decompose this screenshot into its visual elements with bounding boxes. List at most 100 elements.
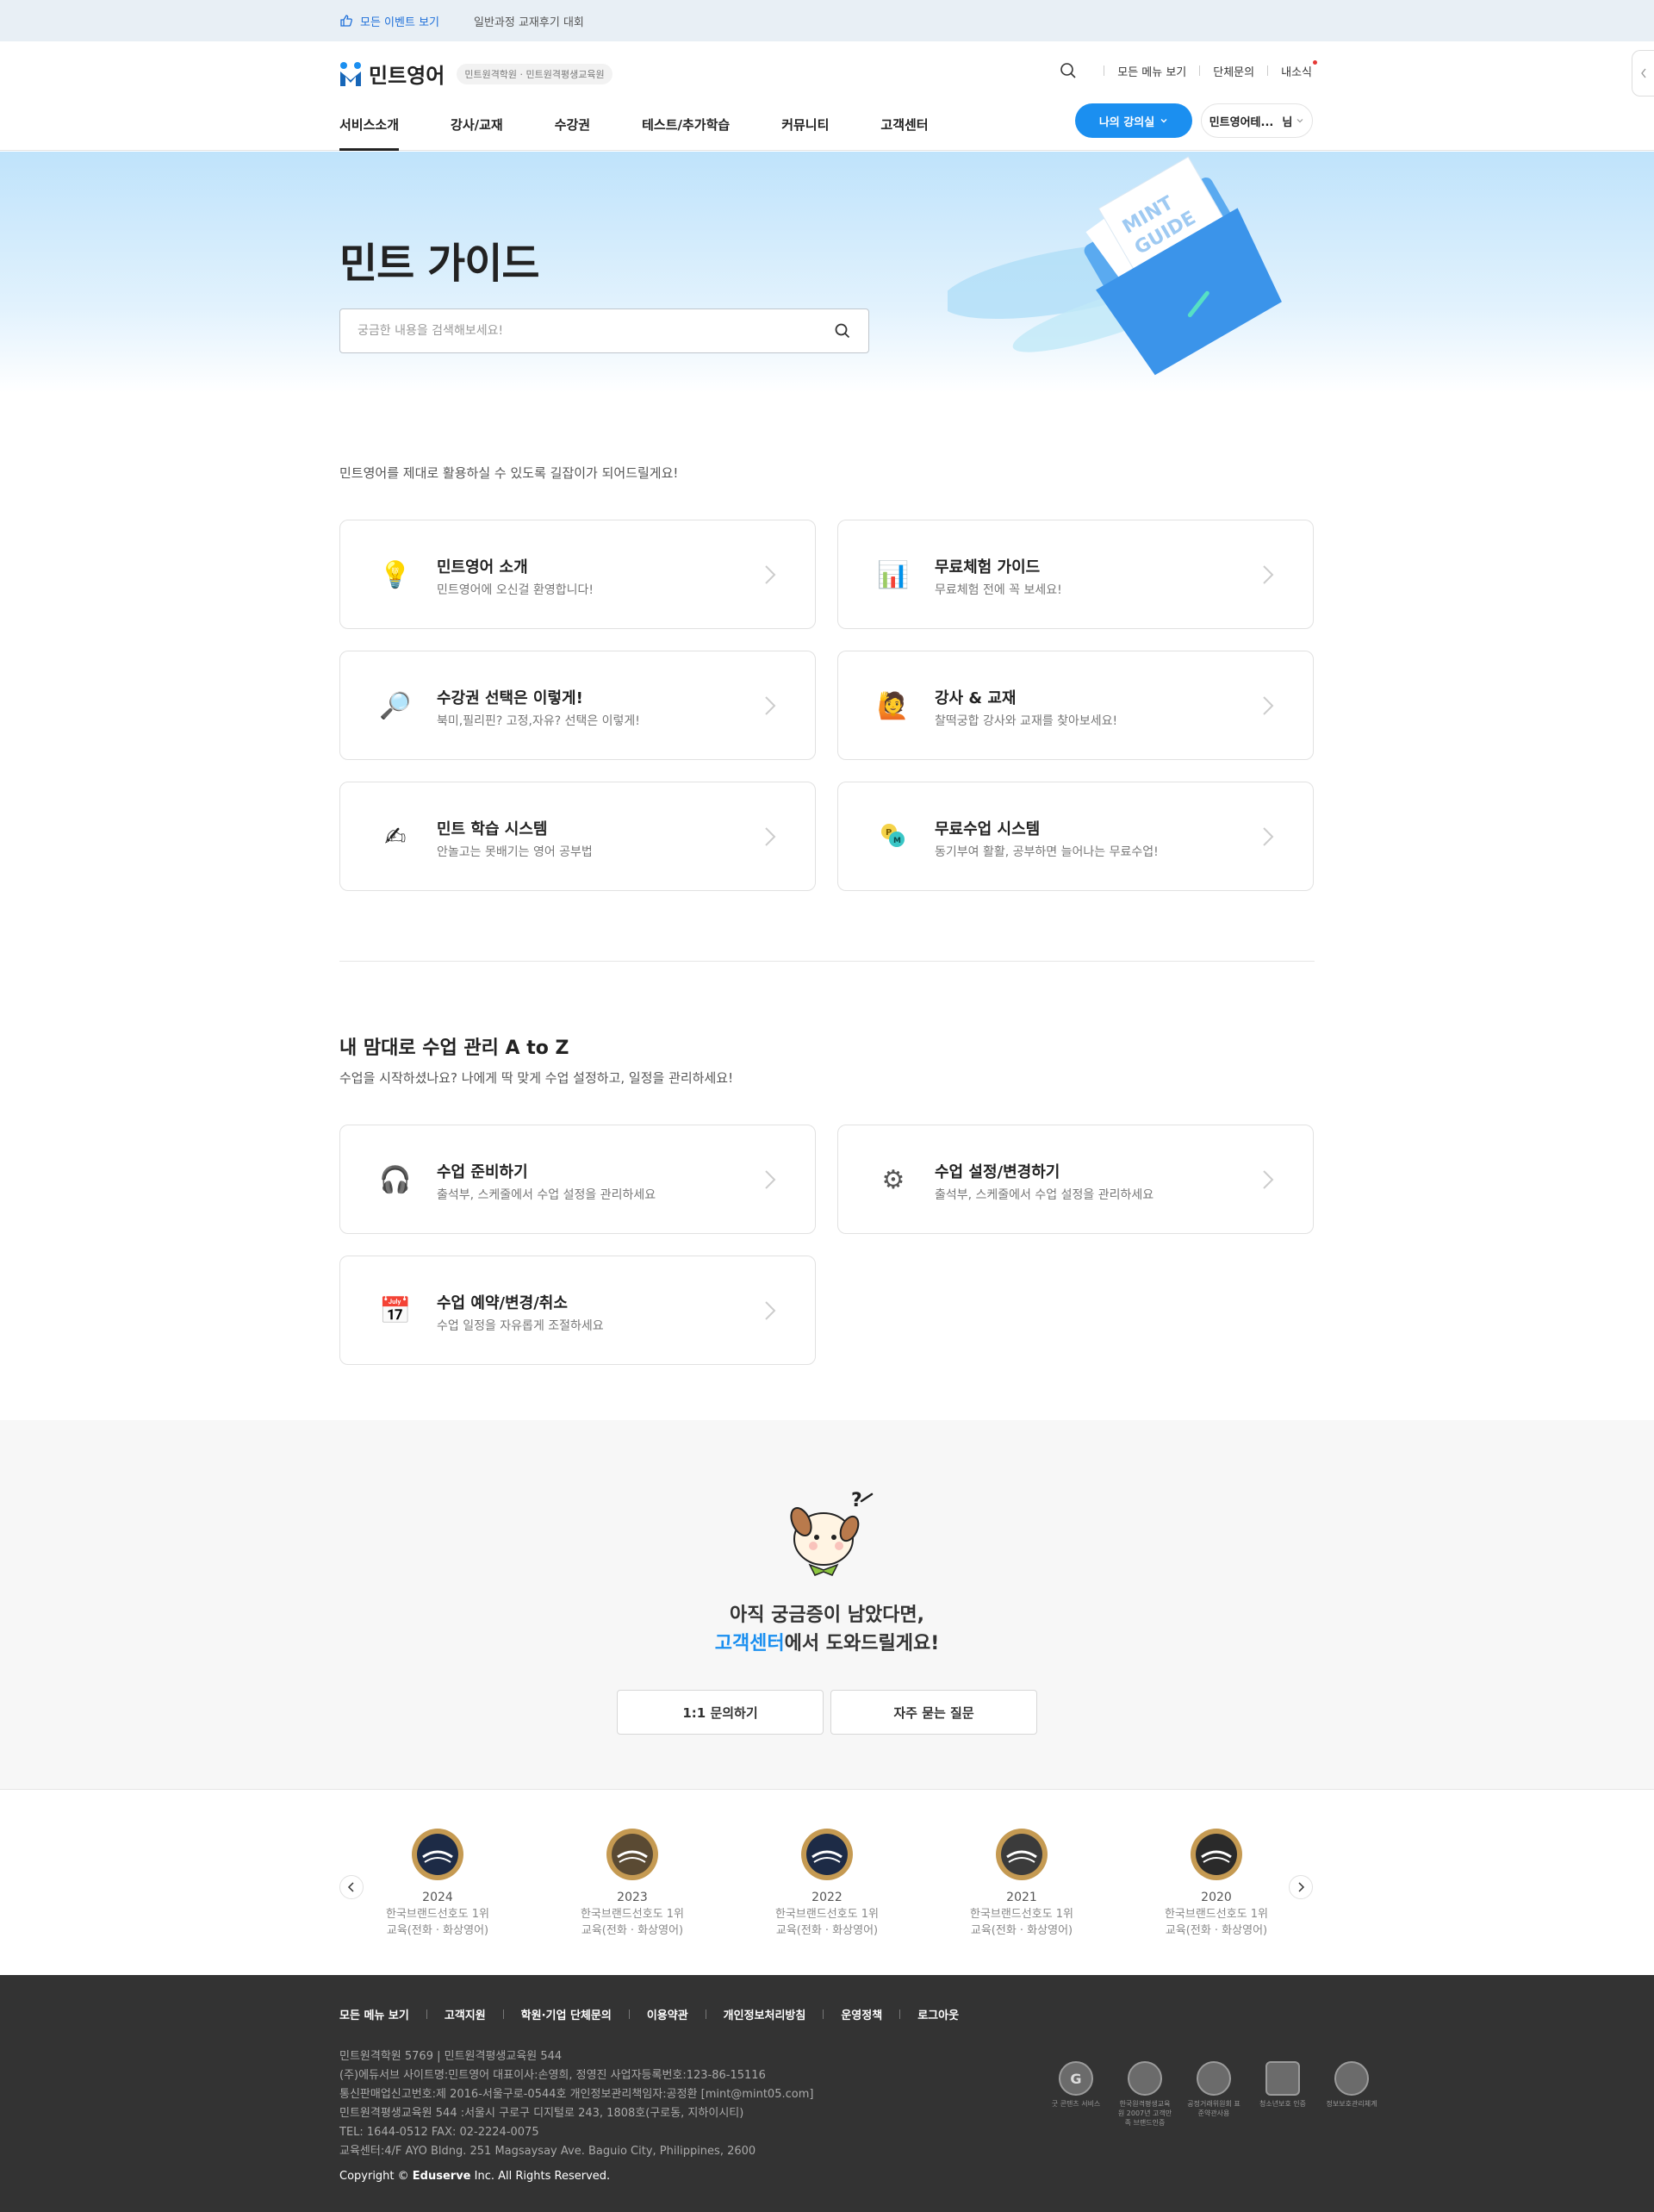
nav-customer-center[interactable]: 고객센터 — [880, 112, 928, 151]
page-title: 민트 가이드 — [339, 240, 540, 288]
chevron-right-icon — [1263, 696, 1274, 715]
user-name: 민트영어테... — [1209, 115, 1274, 129]
nav-test-extra[interactable]: 테스트/추가학습 — [642, 112, 730, 151]
utility-menu: 모든 메뉴 보기 단체문의 내소식 — [1060, 59, 1317, 79]
certification-badges: G 굿 콘텐츠 서비스 한국원격평생교육원 2007년 고객만족 브랜드인증 공… — [1048, 2061, 1380, 2128]
award-title: 한국브랜드선호도 1위 — [774, 1908, 880, 1921]
copyright-brand: Eduserve — [412, 2170, 471, 2183]
divider — [899, 2009, 901, 2019]
search-icon[interactable] — [834, 322, 851, 340]
guide-card-tutors-materials[interactable]: 🙋 강사 & 교재 찰떡궁합 강사와 교재를 찾아보세요! — [837, 651, 1314, 760]
chevron-right-icon — [765, 696, 776, 715]
copyright: Copyright © Eduserve Inc. All Rights Res… — [339, 2170, 610, 2183]
faq-button[interactable]: 자주 묻는 질문 — [830, 1690, 1037, 1735]
award-item: 2022 한국브랜드선호도 1위 교육(전화 · 화상영어) — [749, 1828, 905, 1939]
footer-link-policy[interactable]: 운영정책 — [841, 2006, 882, 2022]
footer-link-logout[interactable]: 로그아웃 — [917, 2006, 959, 2022]
customer-center-accent: 고객센터 — [714, 1633, 785, 1654]
help-heading-line2: 고객센터에서 도와드릴게요! — [0, 1628, 1654, 1655]
section-divider — [339, 961, 1315, 962]
footer-link-group-inquiry[interactable]: 학원·기업 단체문의 — [521, 2006, 612, 2022]
guide-card-free-class-system[interactable]: PM 무료수업 시스템 동기부여 활활, 공부하면 늘어나는 무료수업! — [837, 782, 1314, 891]
nav-community[interactable]: 커뮤니티 — [781, 112, 829, 151]
search-icon[interactable] — [1060, 62, 1077, 79]
side-panel-toggle[interactable] — [1632, 50, 1654, 97]
divider — [502, 2009, 504, 2019]
footer-link-support[interactable]: 고객지원 — [445, 2006, 486, 2022]
guide-card-course-pass[interactable]: 🔎 수강권 선택은 이렇게! 북미,필리핀? 고정,자유? 선택은 이렇게! — [339, 651, 816, 760]
card-desc: 찰떡궁합 강사와 교재를 찾아보세요! — [935, 714, 1118, 728]
award-item: 2024 한국브랜드선호도 1위 교육(전화 · 화상영어) — [360, 1828, 515, 1939]
card-title: 수업 설정/변경하기 — [935, 1163, 1060, 1181]
manage-card-reservation[interactable]: 📅 수업 예약/변경/취소 수업 일정을 자유롭게 조절하세요 — [339, 1256, 816, 1365]
all-menu-link[interactable]: 모든 메뉴 보기 — [1117, 63, 1186, 79]
section-subtitle: 수업을 시작하셨나요? 나에게 딱 맞게 수업 설정하고, 일정을 관리하세요! — [339, 1070, 734, 1086]
awards-carousel: 2024 한국브랜드선호도 1위 교육(전화 · 화상영어) 2023 한국브랜… — [0, 1789, 1654, 1975]
review-contest-link[interactable]: 일반과정 교재후기 대회 — [474, 13, 584, 29]
headphones-icon: 🎧 — [379, 1165, 412, 1195]
copyright-prefix: Copyright © — [339, 2170, 409, 2183]
site-footer: 모든 메뉴 보기 고객지원 학원·기업 단체문의 이용약관 개인정보처리방침 운… — [0, 1975, 1654, 2212]
help-heading-rest: 에서 도와드릴게요! — [784, 1633, 940, 1654]
brand-seal-icon — [1128, 2061, 1162, 2096]
isms-cert: 정보보호관리체계 — [1323, 2061, 1380, 2109]
my-news-link[interactable]: 내소식 — [1281, 59, 1317, 79]
card-title: 민트 학습 시스템 — [437, 820, 548, 838]
lightbulb-icon: 💡 — [379, 560, 412, 590]
guide-card-intro[interactable]: 💡 민트영어 소개 민트영어에 오신걸 환영합니다! — [339, 520, 816, 629]
cert-text: 한국원격평생교육원 2007년 고객만족 브랜드인증 — [1117, 2100, 1172, 2127]
info-line: 민트원격평생교육원 544 :서울시 구로구 디지털로 243, 1808호(구… — [339, 2107, 744, 2120]
footer-links: 모든 메뉴 보기 고객지원 학원·기업 단체문의 이용약관 개인정보처리방침 운… — [339, 2006, 959, 2022]
group-inquiry-link[interactable]: 단체문의 — [1213, 63, 1254, 79]
card-desc: 민트영어에 오신걸 환영합니다! — [437, 583, 594, 597]
guide-search-input[interactable] — [358, 324, 834, 338]
cert-text: 정보보호관리체계 — [1326, 2100, 1377, 2108]
chevron-right-icon — [1263, 827, 1274, 846]
site-header: 민트영어 민트원격학원 · 민트원격평생교육원 모든 메뉴 보기 단체문의 내소… — [0, 41, 1654, 151]
award-category: 교육(전화 · 화상영어) — [775, 1924, 879, 1937]
award-category: 교육(전화 · 화상영어) — [970, 1924, 1073, 1937]
card-desc: 출석부, 스케줄에서 수업 설정을 관리하세요 — [437, 1188, 656, 1202]
brand-cert: 한국원격평생교육원 2007년 고객만족 브랜드인증 — [1116, 2061, 1173, 2128]
main-nav: 서비스소개 강사/교재 수강권 테스트/추가학습 커뮤니티 고객센터 — [339, 112, 980, 151]
chevron-left-icon — [347, 1882, 354, 1892]
hero-banner: 민트 가이드 MINT GUIDE — [0, 152, 1654, 393]
nav-course-pass[interactable]: 수강권 — [555, 112, 590, 151]
calendar-icon: 📅 — [379, 1296, 412, 1326]
manage-card-prepare[interactable]: 🎧 수업 준비하기 출석부, 스케줄에서 수업 설정을 관리하세요 — [339, 1125, 816, 1234]
card-title: 수업 준비하기 — [437, 1163, 528, 1181]
logo-tagline: 민트원격학원 · 민트원격평생교육원 — [457, 63, 612, 84]
my-classroom-button[interactable]: 나의 강의실 — [1075, 103, 1192, 138]
card-desc: 출석부, 스케줄에서 수업 설정을 관리하세요 — [935, 1188, 1154, 1202]
all-events-link[interactable]: 모든 이벤트 보기 — [339, 13, 439, 29]
thumbs-up-icon — [340, 15, 352, 27]
nav-tutors-materials[interactable]: 강사/교재 — [451, 112, 503, 151]
notification-dot — [1313, 59, 1317, 65]
user-menu-button[interactable]: 민트영어테... 님 — [1201, 103, 1313, 138]
writing-hand-icon: ✍ — [384, 822, 407, 852]
help-section: ? 아직 궁금증이 남았다면, 고객센터에서 도와드릴게요! 1:1 문의하기 … — [0, 1420, 1654, 1789]
guide-card-learning-system[interactable]: ✍ 민트 학습 시스템 안놀고는 못배기는 영어 공부법 — [339, 782, 816, 891]
ftc-eye-icon — [1197, 2061, 1231, 2096]
company-info: 민트원격학원 5769 | 민트원격평생교육원 544 (주)에듀서브 사이트명… — [339, 2047, 813, 2161]
footer-link-terms[interactable]: 이용약관 — [647, 2006, 688, 2022]
nav-service-intro[interactable]: 서비스소개 — [339, 112, 400, 151]
help-heading-line1: 아직 궁금증이 남았다면, — [729, 1604, 925, 1626]
guide-card-free-trial[interactable]: 📊 무료체험 가이드 무료체험 전에 꼭 보세요! — [837, 520, 1314, 629]
magnifier-icon: 🔎 — [379, 691, 412, 721]
footer-link-privacy[interactable]: 개인정보처리방침 — [724, 2006, 806, 2022]
cert-text: 굿 콘텐츠 서비스 — [1051, 2100, 1101, 2108]
ftc-cert: 공정거래위원회 표준약관사용 — [1185, 2061, 1242, 2118]
award-medal-icon — [801, 1829, 853, 1880]
card-title: 강사 & 교재 — [935, 689, 1017, 707]
info-line: TEL: 1644-0512 FAX: 02-2224-0075 — [339, 2126, 539, 2139]
info-line: 민트원격학원 5769 | 민트원격평생교육원 544 — [339, 2050, 563, 2063]
chevron-down-icon — [1296, 119, 1303, 123]
manage-card-settings[interactable]: ⚙ 수업 설정/변경하기 출석부, 스케줄에서 수업 설정을 관리하세요 — [837, 1125, 1314, 1234]
award-medal-icon — [1191, 1829, 1242, 1880]
one-on-one-inquiry-button[interactable]: 1:1 문의하기 — [617, 1690, 824, 1735]
footer-link-all-menu[interactable]: 모든 메뉴 보기 — [339, 2006, 409, 2022]
card-desc: 동기부여 활활, 공부하면 늘어나는 무료수업! — [935, 845, 1159, 859]
mascot-puppy-icon: ? — [790, 1490, 874, 1576]
site-logo[interactable]: 민트영어 민트원격학원 · 민트원격평생교육원 — [339, 59, 612, 89]
